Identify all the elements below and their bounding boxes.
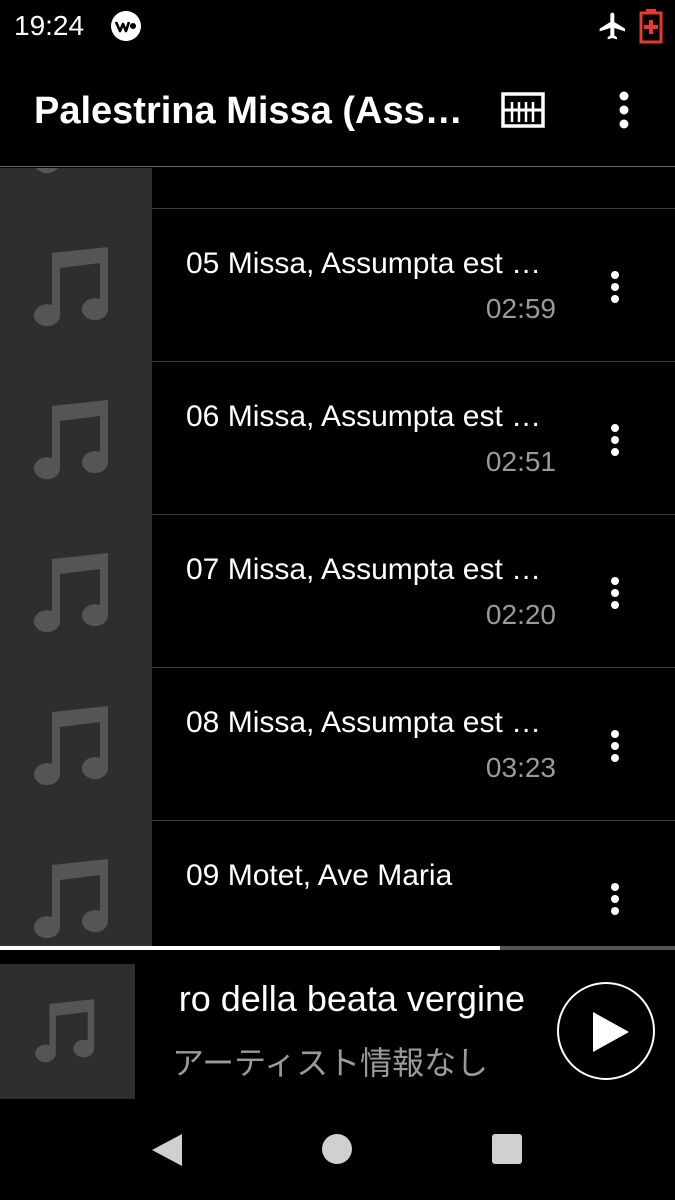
track-row[interactable]: 06 Missa, Assumpta est Maria 02:51 <box>0 362 675 515</box>
track-list[interactable]: 04 Missa, Assumpta est Maria 07:57 05 Mi… <box>0 168 675 950</box>
home-icon[interactable] <box>321 1133 353 1165</box>
page-title: Palestrina Missa (Assumpta est Maria) <box>34 90 464 132</box>
music-note-icon <box>34 553 109 633</box>
track-duration: 07:57 <box>486 168 556 172</box>
track-overflow-icon[interactable] <box>600 267 630 307</box>
track-row[interactable]: 05 Missa, Assumpta est Maria 02:59 <box>0 209 675 362</box>
music-note-icon <box>36 168 58 174</box>
music-note-icon <box>34 247 109 327</box>
walkman-icon <box>110 10 142 42</box>
track-title: 08 Missa, Assumpta est Maria <box>186 706 546 739</box>
queue-icon[interactable] <box>500 90 546 130</box>
back-icon[interactable] <box>150 1132 184 1168</box>
track-duration: 02:20 <box>485 599 556 630</box>
track-overflow-icon[interactable] <box>600 726 630 766</box>
track-title: 05 Missa, Assumpta est Maria <box>186 247 546 280</box>
album-art-placeholder <box>0 362 152 515</box>
track-duration: 02:59 <box>485 293 556 324</box>
track-row[interactable]: 09 Motet, Ave Maria <box>0 821 675 950</box>
album-art-placeholder <box>0 668 152 821</box>
play-button[interactable] <box>557 982 655 1080</box>
now-playing-title: ro della beata vergine <box>178 978 525 1019</box>
app-bar: Palestrina Missa (Assumpta est Maria) <box>0 56 675 167</box>
album-art-placeholder <box>0 168 152 209</box>
music-note-icon <box>34 400 109 480</box>
album-art-placeholder <box>0 209 152 362</box>
track-overflow-icon[interactable] <box>600 420 630 460</box>
track-duration: 02:51 <box>485 446 556 477</box>
now-playing-title-marquee: ro della beata vergine <box>135 978 525 1026</box>
airplane-mode-icon <box>597 10 629 42</box>
track-title: 09 Motet, Ave Maria <box>186 859 453 892</box>
track-title: 06 Missa, Assumpta est Maria <box>186 400 546 433</box>
music-note-icon <box>34 859 109 939</box>
now-playing-art <box>0 964 135 1099</box>
track-overflow-icon[interactable] <box>600 879 630 919</box>
overflow-menu-icon[interactable] <box>608 90 640 130</box>
album-art-placeholder <box>0 821 152 950</box>
now-playing-artist: アーティスト情報なし <box>172 1045 489 1081</box>
track-row[interactable]: 08 Missa, Assumpta est Maria 03:23 <box>0 668 675 821</box>
battery-charging-icon <box>638 8 664 44</box>
status-time: 19:24 <box>14 10 85 41</box>
track-row[interactable]: 04 Missa, Assumpta est Maria 07:57 <box>0 168 675 209</box>
system-nav-bar <box>0 1100 675 1200</box>
recent-apps-icon[interactable] <box>491 1133 523 1165</box>
track-overflow-icon[interactable] <box>600 573 630 613</box>
track-duration: 03:23 <box>485 752 556 783</box>
status-bar: 19:24 <box>0 0 675 56</box>
album-art-placeholder <box>0 515 152 668</box>
music-note-icon <box>34 706 109 786</box>
play-icon <box>593 1012 629 1052</box>
track-row[interactable]: 07 Missa, Assumpta est Maria 02:20 <box>0 515 675 668</box>
mini-player[interactable]: ro della beata vergine アーティスト情報なし <box>0 950 675 1100</box>
music-note-icon <box>35 999 95 1063</box>
track-title: 07 Missa, Assumpta est Maria <box>186 553 546 586</box>
